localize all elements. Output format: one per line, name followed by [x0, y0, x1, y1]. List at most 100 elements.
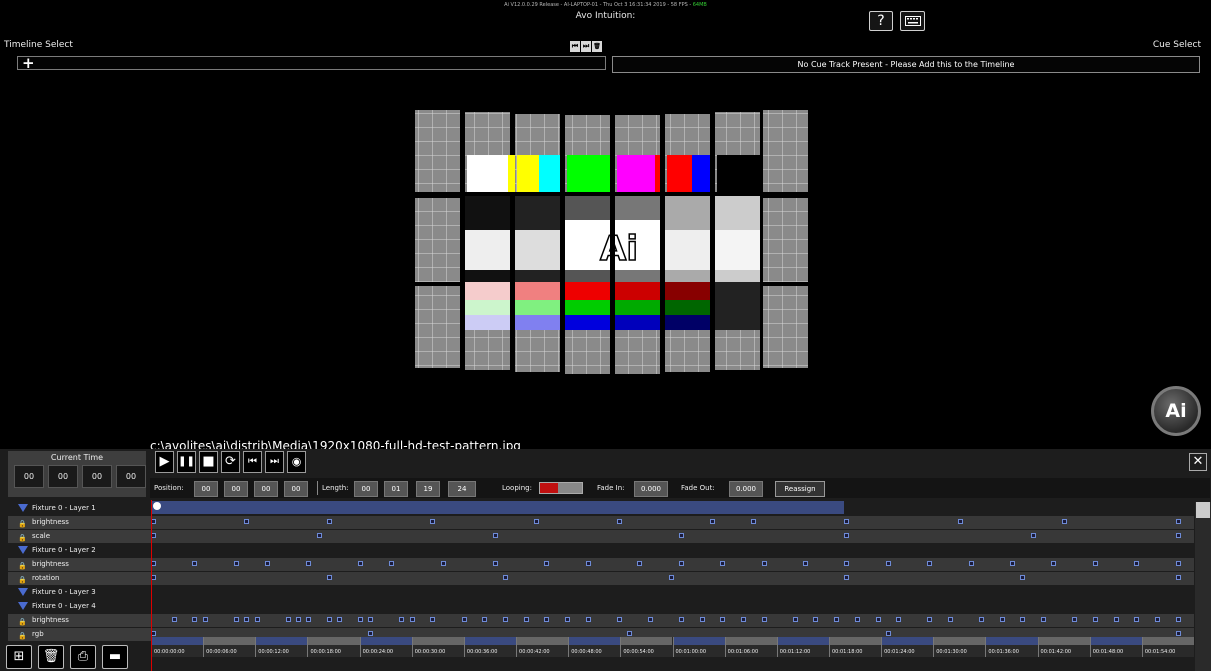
ai-logo[interactable]: Ai	[1151, 386, 1201, 436]
keyframe-marker[interactable]	[979, 617, 984, 622]
length-hours[interactable]: 00	[354, 481, 378, 497]
keyframe-marker[interactable]	[885, 631, 891, 636]
lock-icon[interactable]: 🔒	[18, 518, 27, 528]
keyframe-marker[interactable]	[834, 617, 840, 622]
keyframe-marker[interactable]	[523, 617, 529, 622]
add-timeline-icon[interactable]: +	[22, 55, 35, 71]
keyframe-marker[interactable]	[616, 519, 622, 524]
track-label[interactable]: 🔒 rotation	[8, 572, 151, 585]
keyframe-marker[interactable]	[947, 617, 953, 622]
track-lane[interactable]	[151, 572, 1194, 585]
keyframe-marker[interactable]	[1061, 519, 1067, 524]
pause-icon[interactable]: ❚❚	[177, 451, 196, 473]
keyframe-marker[interactable]	[502, 575, 508, 580]
keyframe-marker[interactable]	[999, 617, 1005, 622]
time-frames[interactable]: 00	[116, 465, 146, 488]
keyframe-marker[interactable]	[803, 561, 809, 566]
keyframe-marker[interactable]	[958, 519, 964, 524]
fade-in-input[interactable]: 0.000	[634, 481, 668, 497]
keyframe-marker[interactable]	[358, 561, 363, 566]
keyframe-marker[interactable]	[1175, 617, 1181, 622]
keyframe-marker[interactable]	[440, 561, 446, 566]
keyframe-marker[interactable]	[761, 617, 767, 622]
keyframe-marker[interactable]	[358, 617, 363, 622]
keyframe-marker[interactable]	[761, 561, 767, 566]
keyframe-marker[interactable]	[1134, 617, 1140, 622]
keyframe-marker[interactable]	[295, 617, 301, 622]
keyframe-marker[interactable]	[192, 561, 198, 566]
position-seconds[interactable]: 00	[254, 481, 278, 497]
track-group-header[interactable]: Fixture 0 - Layer 2	[8, 544, 151, 557]
keyframe-marker[interactable]	[326, 519, 332, 524]
track-lane[interactable]	[151, 586, 1194, 599]
track-lane[interactable]	[151, 544, 1194, 557]
keyframe-marker[interactable]	[1175, 631, 1181, 636]
skip-forward-icon[interactable]: ⏭	[265, 451, 284, 473]
keyframe-marker[interactable]	[885, 561, 891, 566]
track-lane[interactable]	[151, 614, 1194, 627]
keyframe-marker[interactable]	[368, 617, 374, 622]
keyframe-marker[interactable]	[740, 617, 746, 622]
keyframe-marker[interactable]	[492, 561, 498, 566]
keyframe-marker[interactable]	[627, 631, 633, 636]
track-lane[interactable]	[151, 558, 1194, 571]
delete-track-icon[interactable]: 🗑	[38, 645, 64, 669]
keyframe-marker[interactable]	[171, 617, 177, 622]
track-group-header[interactable]: Fixture 0 - Layer 3	[8, 586, 151, 599]
playhead[interactable]	[151, 500, 152, 671]
skip-back-icon[interactable]: ⏮	[243, 451, 262, 473]
scrollbar-thumb[interactable]	[1196, 502, 1210, 518]
lock-icon[interactable]: 🔒	[18, 574, 27, 584]
position-hours[interactable]: 00	[194, 481, 218, 497]
delete-icon[interactable]: 🗑	[592, 41, 602, 52]
keyframe-marker[interactable]	[264, 561, 270, 566]
looping-toggle[interactable]	[539, 482, 583, 494]
keyframe-marker[interactable]	[1020, 617, 1026, 622]
keyframe-marker[interactable]	[844, 533, 850, 538]
track-lane[interactable]	[151, 516, 1194, 529]
keyframe-marker[interactable]	[678, 561, 684, 566]
expand-triangle-icon[interactable]	[18, 546, 28, 554]
keyframe-marker[interactable]	[709, 519, 715, 524]
length-minutes[interactable]: 01	[384, 481, 408, 497]
previous-icon[interactable]: ⏮	[570, 41, 580, 52]
keyframe-marker[interactable]	[585, 561, 591, 566]
keyframe-marker[interactable]	[482, 617, 488, 622]
folder-icon[interactable]: ▬	[102, 645, 128, 669]
keyframe-marker[interactable]	[1041, 617, 1047, 622]
lock-icon[interactable]: 🔒	[18, 532, 27, 542]
keyframe-marker[interactable]	[792, 617, 798, 622]
keyframe-marker[interactable]	[751, 519, 757, 524]
lock-icon[interactable]: 🔒	[18, 616, 27, 626]
help-button[interactable]: ?	[869, 11, 893, 31]
keyframe-marker[interactable]	[1030, 533, 1036, 538]
keyframe-marker[interactable]	[1175, 561, 1181, 566]
keyframe-marker[interactable]	[544, 561, 550, 566]
track-label[interactable]: 🔒 brightness	[8, 516, 151, 529]
stop-icon[interactable]: ■	[199, 451, 218, 473]
keyframe-marker[interactable]	[927, 561, 933, 566]
keyframe-marker[interactable]	[844, 519, 850, 524]
keyframe-marker[interactable]	[409, 617, 415, 622]
position-frames[interactable]: 00	[284, 481, 308, 497]
keyframe-marker[interactable]	[306, 561, 312, 566]
close-panel-button[interactable]: ✕	[1189, 453, 1207, 471]
keyframe-marker[interactable]	[316, 533, 322, 538]
lock-icon[interactable]: 🔒	[18, 560, 27, 570]
keyframe-marker[interactable]	[875, 617, 881, 622]
keyframe-marker[interactable]	[244, 617, 250, 622]
keyframe-marker[interactable]	[326, 617, 332, 622]
expand-triangle-icon[interactable]	[18, 602, 28, 610]
keyframe-marker[interactable]	[544, 617, 550, 622]
keyframe-marker[interactable]	[306, 617, 312, 622]
keyframe-marker[interactable]	[1092, 617, 1098, 622]
keyframe-marker[interactable]	[1113, 617, 1119, 622]
keyframe-marker[interactable]	[1051, 561, 1057, 566]
add-track-icon[interactable]: ⊞	[6, 645, 32, 669]
next-icon[interactable]: ⏭	[581, 41, 591, 52]
timeline-select-field[interactable]: +	[17, 55, 606, 71]
length-frames[interactable]: 24	[448, 481, 476, 497]
track-label[interactable]: 🔒 rgb	[8, 628, 151, 641]
media-clip-bar[interactable]	[151, 501, 844, 514]
keyframe-marker[interactable]	[637, 561, 643, 566]
